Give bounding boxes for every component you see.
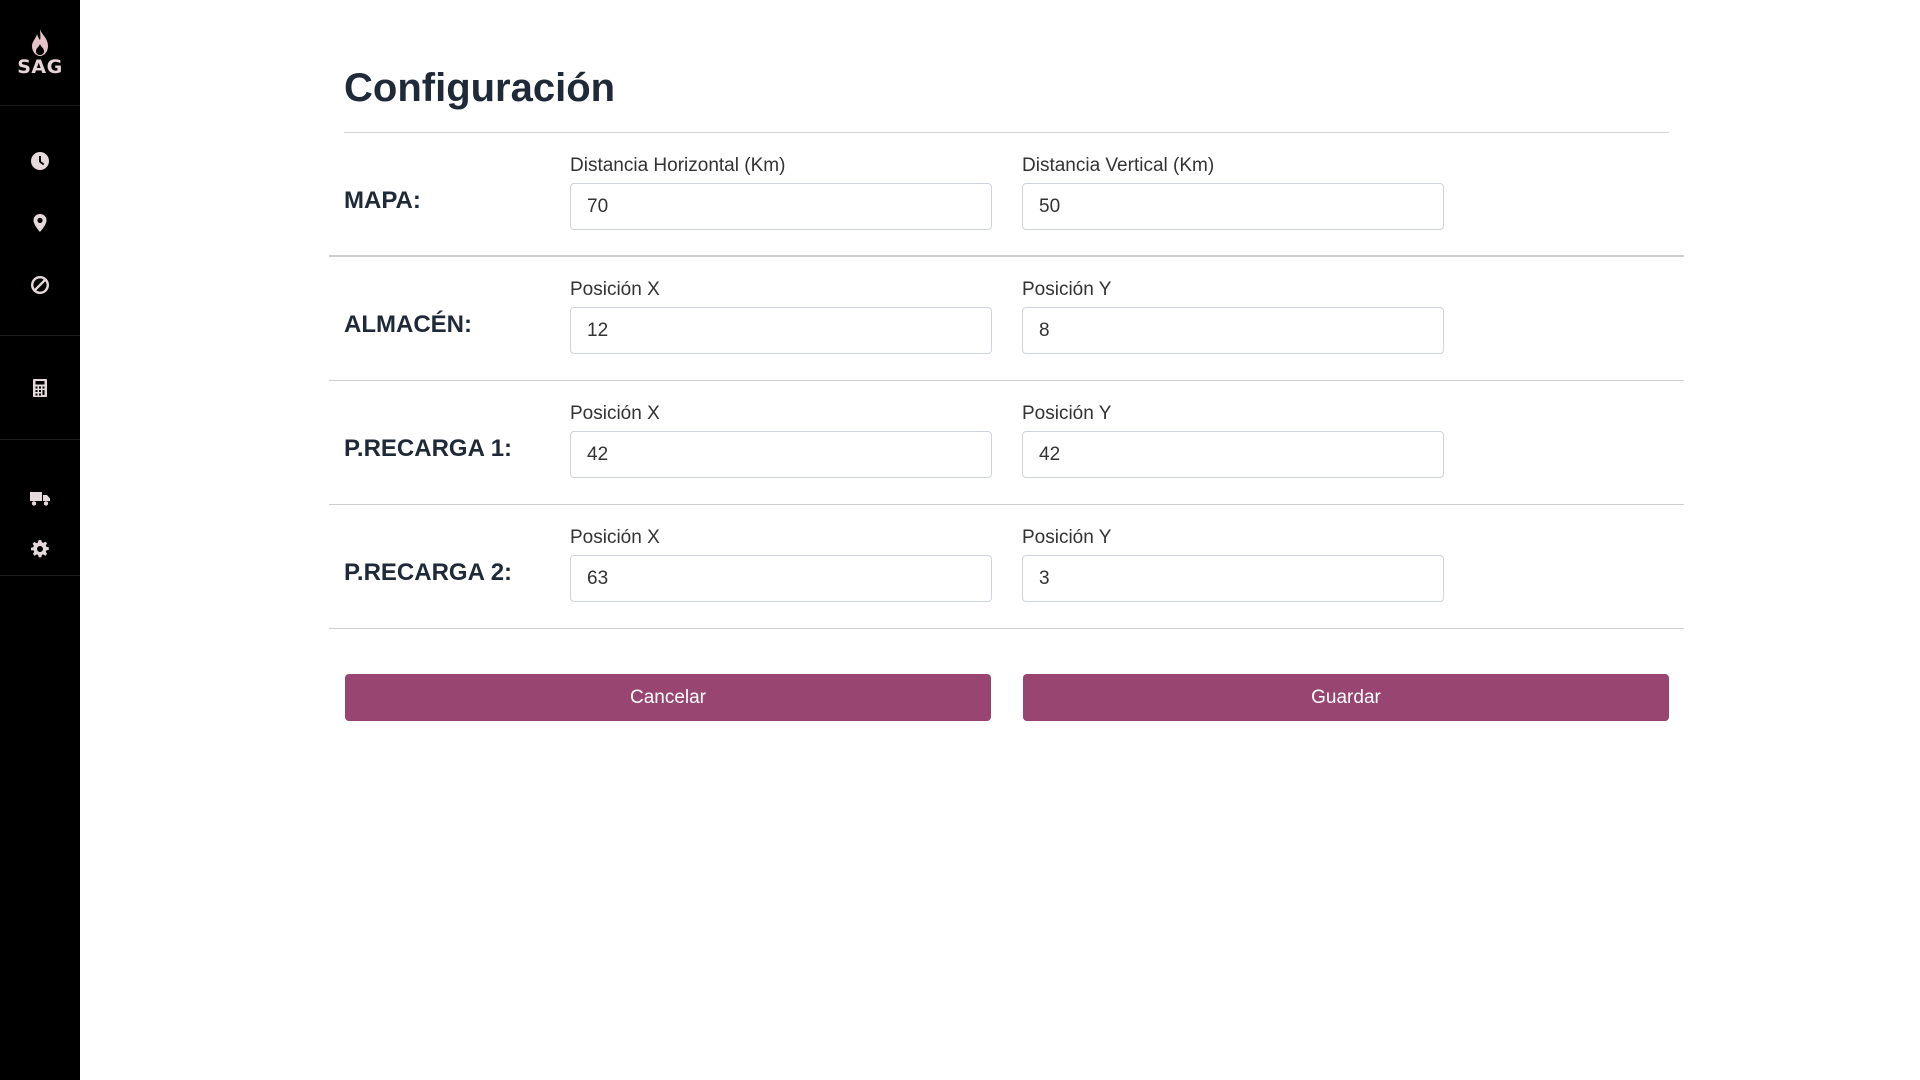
sidebar-item-clock[interactable] (0, 130, 80, 192)
nav-group-main (0, 106, 80, 336)
field-almacen-y: Posición Y (1022, 279, 1444, 354)
field-horizontal-distance: Distancia Horizontal (Km) (570, 155, 992, 230)
vertical-distance-input[interactable] (1022, 183, 1444, 230)
field-label: Posición X (570, 403, 660, 424)
horizontal-distance-input[interactable] (570, 183, 992, 230)
form-actions: Cancelar Guardar (344, 674, 1669, 722)
precarga2-y-input[interactable] (1022, 555, 1444, 602)
field-label: Distancia Vertical (Km) (1022, 155, 1215, 176)
almacen-x-input[interactable] (570, 307, 992, 354)
logo[interactable]: SAG (0, 0, 80, 106)
almacen-y-input[interactable] (1022, 307, 1444, 354)
sidebar: SAG (0, 0, 80, 1080)
field-vertical-distance: Distancia Vertical (Km) (1022, 155, 1444, 230)
section-precarga-1: P.RECARGA 1: Posición X Posición Y (329, 381, 1684, 505)
field-label: Posición X (570, 279, 660, 300)
gear-icon (31, 540, 49, 558)
field-label: Posición Y (1022, 527, 1112, 548)
sidebar-item-trucks[interactable] (0, 472, 80, 524)
field-label: Distancia Horizontal (Km) (570, 155, 786, 176)
flame-icon (32, 28, 48, 56)
field-label: Posición Y (1022, 279, 1112, 300)
section-label: P.RECARGA 2: (344, 559, 513, 586)
nav-group-tools (0, 336, 80, 440)
sidebar-item-blocked[interactable] (0, 254, 80, 316)
nav-group-system (0, 440, 80, 576)
field-label: Posición X (570, 527, 660, 548)
ban-icon (31, 276, 49, 294)
field-almacen-x: Posición X (570, 279, 992, 354)
map-marker-icon (33, 214, 47, 232)
field-precarga2-x: Posición X (570, 527, 992, 602)
section-precarga-2: P.RECARGA 2: Posición X Posición Y (329, 505, 1684, 629)
precarga1-x-input[interactable] (570, 431, 992, 478)
page-title: Configuración (344, 66, 616, 110)
field-precarga1-y: Posición Y (1022, 403, 1444, 478)
section-label: MAPA: (344, 187, 421, 214)
section-label: ALMACÉN: (344, 311, 472, 338)
section-label: P.RECARGA 1: (344, 435, 513, 462)
field-label: Posición Y (1022, 403, 1112, 424)
logo-text: SAG (17, 55, 63, 78)
field-precarga2-y: Posición Y (1022, 527, 1444, 602)
section-mapa: MAPA: Distancia Horizontal (Km) Distanci… (329, 133, 1684, 257)
cancel-button[interactable]: Cancelar (345, 674, 991, 721)
section-almacen: ALMACÉN: Posición X Posición Y (329, 257, 1684, 381)
sidebar-item-calculator[interactable] (0, 357, 80, 419)
precarga2-x-input[interactable] (570, 555, 992, 602)
sidebar-item-settings[interactable] (0, 524, 80, 576)
main-content: Configuración MAPA: Distancia Horizontal… (329, 0, 1684, 722)
save-button[interactable]: Guardar (1023, 674, 1669, 721)
precarga1-y-input[interactable] (1022, 431, 1444, 478)
truck-icon (30, 491, 50, 506)
field-precarga1-x: Posición X (570, 403, 992, 478)
clock-icon (31, 152, 49, 170)
calculator-icon (33, 378, 47, 397)
sidebar-item-location[interactable] (0, 192, 80, 254)
